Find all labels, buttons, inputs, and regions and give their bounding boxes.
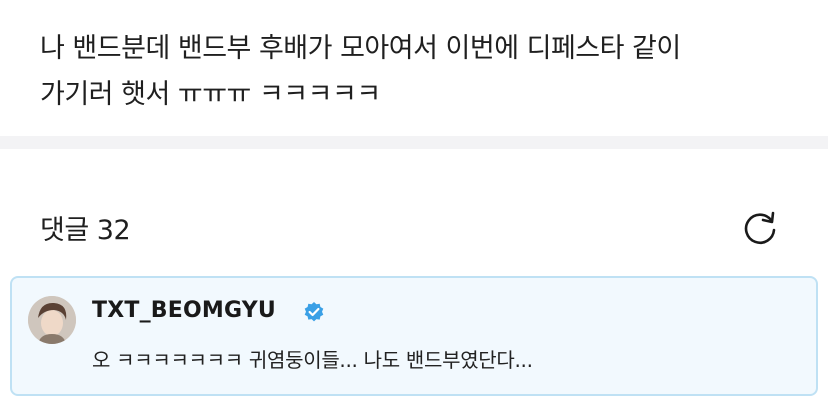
comment-body-text: 오 ㅋㅋㅋㅋㅋㅋㅋ 귀염둥이들... 나도 밴드부였단다... [92, 348, 533, 372]
featured-comment-card[interactable]: TXT_BEOMGYU 오 ㅋㅋㅋㅋㅋㅋㅋ 귀염둥이들... 나도 밴드부였단다… [10, 276, 818, 396]
comment-author-name[interactable]: TXT_BEOMGYU [92, 298, 276, 323]
section-divider [0, 136, 828, 149]
post-text-line-2: 가기러 햇서 ㅠㅠㅠ ㅋㅋㅋㅋㅋ [40, 79, 381, 110]
refresh-icon [744, 211, 776, 245]
post-text-line-1: 나 밴드분데 밴드부 후배가 모아여서 이번에 디페스타 같이 [40, 33, 681, 64]
comments-count-header: 댓글 32 [40, 215, 131, 246]
refresh-button[interactable] [740, 207, 780, 247]
avatar[interactable] [28, 296, 76, 344]
avatar-image [28, 296, 76, 344]
verified-badge-icon [304, 302, 324, 322]
post-text: 나 밴드분데 밴드부 후배가 모아여서 이번에 디페스타 같이 가기러 햇서 ㅠ… [40, 26, 800, 118]
